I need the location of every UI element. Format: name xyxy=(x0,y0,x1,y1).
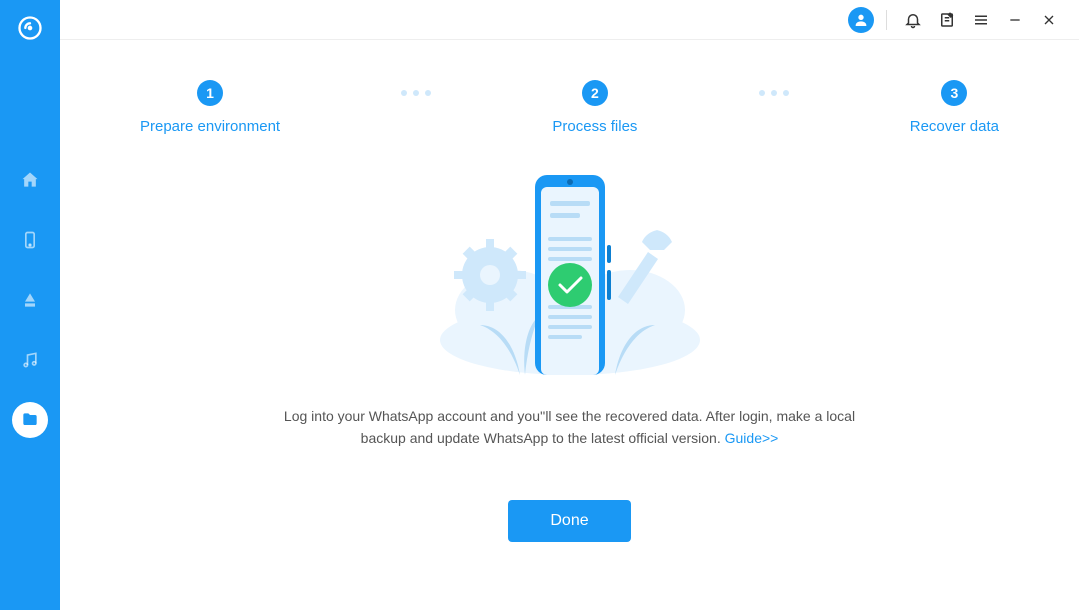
step-number: 3 xyxy=(941,80,967,106)
note-icon[interactable] xyxy=(933,6,961,34)
close-button[interactable] xyxy=(1035,6,1063,34)
minimize-button[interactable] xyxy=(1001,6,1029,34)
bell-icon[interactable] xyxy=(899,6,927,34)
titlebar xyxy=(60,0,1079,40)
step-connector xyxy=(401,90,431,96)
menu-icon[interactable] xyxy=(967,6,995,34)
sidebar-item-folder[interactable] xyxy=(12,402,48,438)
divider xyxy=(886,10,887,30)
step-label: Recover data xyxy=(910,118,999,135)
success-illustration xyxy=(420,165,720,375)
content: 1 Prepare environment 2 Process files 3 … xyxy=(60,40,1079,610)
step-number: 1 xyxy=(197,80,223,106)
sidebar-item-phone[interactable] xyxy=(12,222,48,258)
steps-bar: 1 Prepare environment 2 Process files 3 … xyxy=(140,80,999,135)
step-connector xyxy=(759,90,789,96)
done-button[interactable]: Done xyxy=(508,500,630,542)
step-3: 3 Recover data xyxy=(910,80,999,135)
sidebar xyxy=(0,0,60,610)
user-avatar[interactable] xyxy=(848,7,874,33)
sidebar-item-home[interactable] xyxy=(12,162,48,198)
instruction-text: Log into your WhatsApp account and you''… xyxy=(260,405,880,450)
sidebar-item-cloud[interactable] xyxy=(12,282,48,318)
main-area: 1 Prepare environment 2 Process files 3 … xyxy=(60,0,1079,610)
app-logo-icon xyxy=(16,14,44,42)
step-label: Process files xyxy=(552,118,637,135)
guide-link[interactable]: Guide>> xyxy=(725,430,779,446)
step-1: 1 Prepare environment xyxy=(140,80,280,135)
step-2: 2 Process files xyxy=(552,80,637,135)
sidebar-item-music[interactable] xyxy=(12,342,48,378)
step-number: 2 xyxy=(582,80,608,106)
step-label: Prepare environment xyxy=(140,118,280,135)
